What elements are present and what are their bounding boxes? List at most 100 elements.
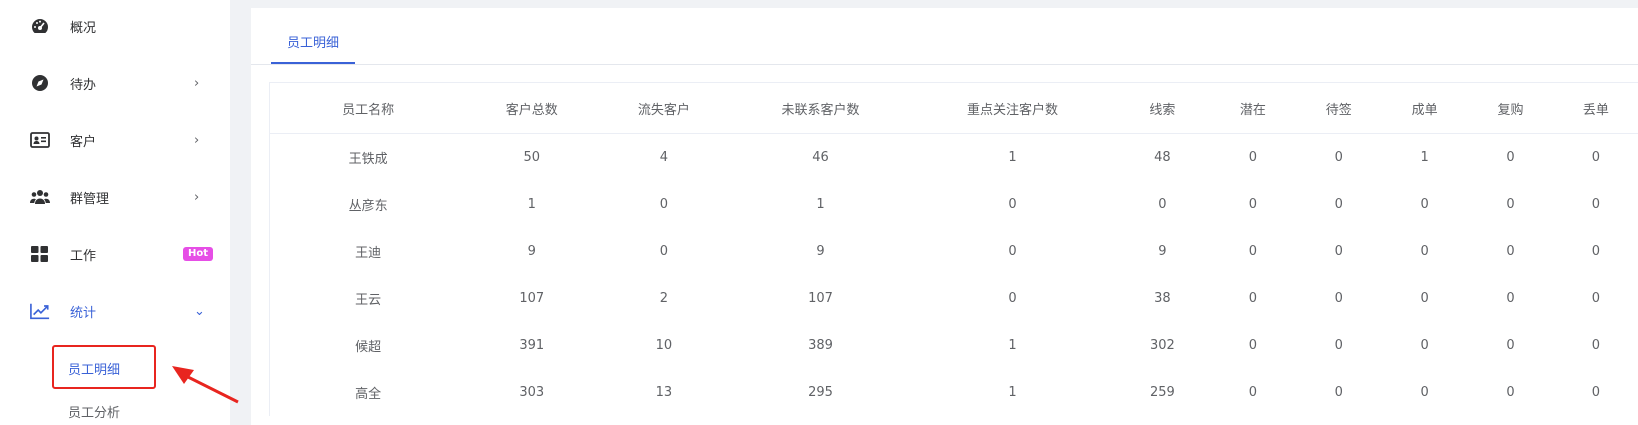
table-cell: 0 [1334, 291, 1343, 306]
table-cell: 0 [1334, 338, 1343, 353]
nav-label: 群管理 [70, 191, 110, 207]
staff-name-cell: 王迪 [269, 228, 467, 275]
table-cell: 0 [1248, 338, 1258, 353]
chevron-right-icon: › [194, 75, 200, 91]
table-cell: 0 [1591, 385, 1600, 400]
table-cell: 303 [519, 385, 545, 400]
highlight-box [52, 345, 156, 389]
table-cell: 10 [655, 338, 673, 353]
chevron-right-icon: › [194, 189, 200, 205]
main-panel: 员工明细 员工名称 客户总数 流失客户 未联系客户数 重点关注客户数 线索 潜在… [251, 8, 1638, 425]
compass-icon [30, 74, 50, 92]
chevron-right-icon: › [194, 132, 200, 148]
column-header[interactable]: 员工名称 [269, 82, 467, 134]
table-cell: 46 [812, 150, 829, 165]
table-cell: 107 [808, 291, 833, 306]
table-cell: 1 [527, 197, 536, 212]
nav-item-todo[interactable]: 待办 › [0, 63, 230, 103]
column-header[interactable]: 未联系客户数 [730, 82, 911, 134]
table-cell: 9 [527, 244, 536, 259]
staff-detail-table: 员工名称 客户总数 流失客户 未联系客户数 重点关注客户数 线索 潜在 待签 成… [269, 82, 1638, 416]
table-cell: 0 [1420, 385, 1429, 400]
nav-item-overview[interactable]: 概况 [0, 6, 230, 46]
column-header[interactable]: 丢单 [1553, 82, 1638, 134]
column-header[interactable]: 复购 [1467, 82, 1554, 134]
staff-name-cell: 高全 [269, 369, 467, 416]
table-cell: 1 [1008, 150, 1017, 165]
annotation-arrow [172, 366, 239, 404]
table-cell: 0 [1420, 291, 1429, 306]
table-cell: 107 [519, 291, 545, 306]
table-cell: 0 [1506, 291, 1515, 306]
table-cell: 1 [816, 197, 825, 212]
table-cell: 9 [816, 244, 825, 259]
table-cell: 0 [1506, 244, 1515, 259]
table-cell: 0 [1506, 150, 1515, 165]
sidebar: 概况 待办 › 客户 › 群管理 › 工作 Hot 统计 ⌄ 员工明细 员工分析 [0, 0, 230, 425]
table-row: 王铁成 50 4 46 1 48 0 0 1 0 0 [269, 133, 1638, 181]
table-cell: 0 [1334, 244, 1343, 259]
table-cell: 0 [1591, 150, 1600, 165]
table-cell: 0 [1334, 197, 1343, 212]
table-cell: 0 [1506, 338, 1515, 353]
table-cell: 48 [1154, 150, 1171, 165]
hot-badge: Hot [183, 247, 214, 261]
nav-label: 概况 [70, 20, 97, 36]
table-cell: 0 [1591, 338, 1600, 353]
table-cell: 0 [1248, 197, 1258, 212]
table-cell: 0 [1591, 244, 1600, 259]
table-cell: 38 [1154, 291, 1171, 306]
table-cell: 1 [1008, 338, 1017, 353]
nav-item-customer[interactable]: 客户 › [0, 120, 230, 160]
table-cell: 1 [1008, 385, 1017, 400]
table-cell: 0 [1420, 244, 1429, 259]
chevron-down-icon: ⌄ [194, 303, 205, 319]
table-cell: 0 [1420, 338, 1429, 353]
table-header-row: 员工名称 客户总数 流失客户 未联系客户数 重点关注客户数 线索 潜在 待签 成… [269, 82, 1638, 134]
table-cell: 0 [1506, 385, 1515, 400]
staff-name-cell: 王铁成 [269, 133, 467, 181]
table-cell: 0 [659, 197, 669, 212]
nav-label: 工作 [70, 248, 97, 264]
table-cell: 2 [659, 291, 669, 306]
table-cell: 0 [1158, 197, 1167, 212]
table-cell: 0 [1591, 197, 1600, 212]
nav-label: 统计 [70, 305, 97, 321]
staff-name-cell: 王云 [269, 275, 467, 322]
sub-item-staff-analysis[interactable]: 员工分析 [68, 402, 120, 421]
column-header[interactable]: 成单 [1381, 82, 1468, 134]
table-cell: 0 [1248, 291, 1258, 306]
trend-chart-icon [30, 302, 50, 320]
nav-item-statistics[interactable]: 统计 ⌄ [0, 291, 230, 331]
table-cell: 4 [659, 150, 669, 165]
tab-staff-detail[interactable]: 员工明细 [271, 32, 355, 64]
column-header[interactable]: 线索 [1114, 82, 1211, 134]
dashboard-icon [30, 17, 50, 35]
table-cell: 0 [1591, 291, 1600, 306]
table-cell: 0 [1248, 150, 1258, 165]
column-header[interactable]: 流失客户 [597, 82, 731, 134]
grid-icon [30, 245, 50, 263]
tab-bar: 员工明细 [251, 8, 1638, 65]
table-cell: 302 [1149, 338, 1175, 353]
table-cell: 389 [808, 338, 833, 353]
table-cell: 0 [1420, 197, 1429, 212]
nav-item-group-management[interactable]: 群管理 › [0, 177, 230, 217]
contact-card-icon [30, 131, 50, 149]
table-cell: 0 [659, 244, 669, 259]
table-cell: 0 [1334, 385, 1343, 400]
table-cell: 13 [655, 385, 673, 400]
column-header[interactable]: 潜在 [1210, 82, 1296, 134]
column-header[interactable]: 客户总数 [466, 82, 598, 134]
table-row: 候超 391 10 389 1 302 0 0 0 0 0 [269, 322, 1638, 369]
table-row: 王云 107 2 107 0 38 0 0 0 0 0 [269, 275, 1638, 322]
table-cell: 1 [1420, 150, 1429, 165]
table-cell: 259 [1149, 385, 1175, 400]
nav-item-work[interactable]: 工作 Hot [0, 234, 230, 274]
table-cell: 0 [1506, 197, 1515, 212]
staff-name-cell: 候超 [269, 322, 467, 369]
column-header[interactable]: 重点关注客户数 [910, 82, 1115, 134]
table-row: 高全 303 13 295 1 259 0 0 0 0 0 [269, 369, 1638, 416]
column-header[interactable]: 待签 [1295, 82, 1382, 134]
table-cell: 295 [808, 385, 833, 400]
